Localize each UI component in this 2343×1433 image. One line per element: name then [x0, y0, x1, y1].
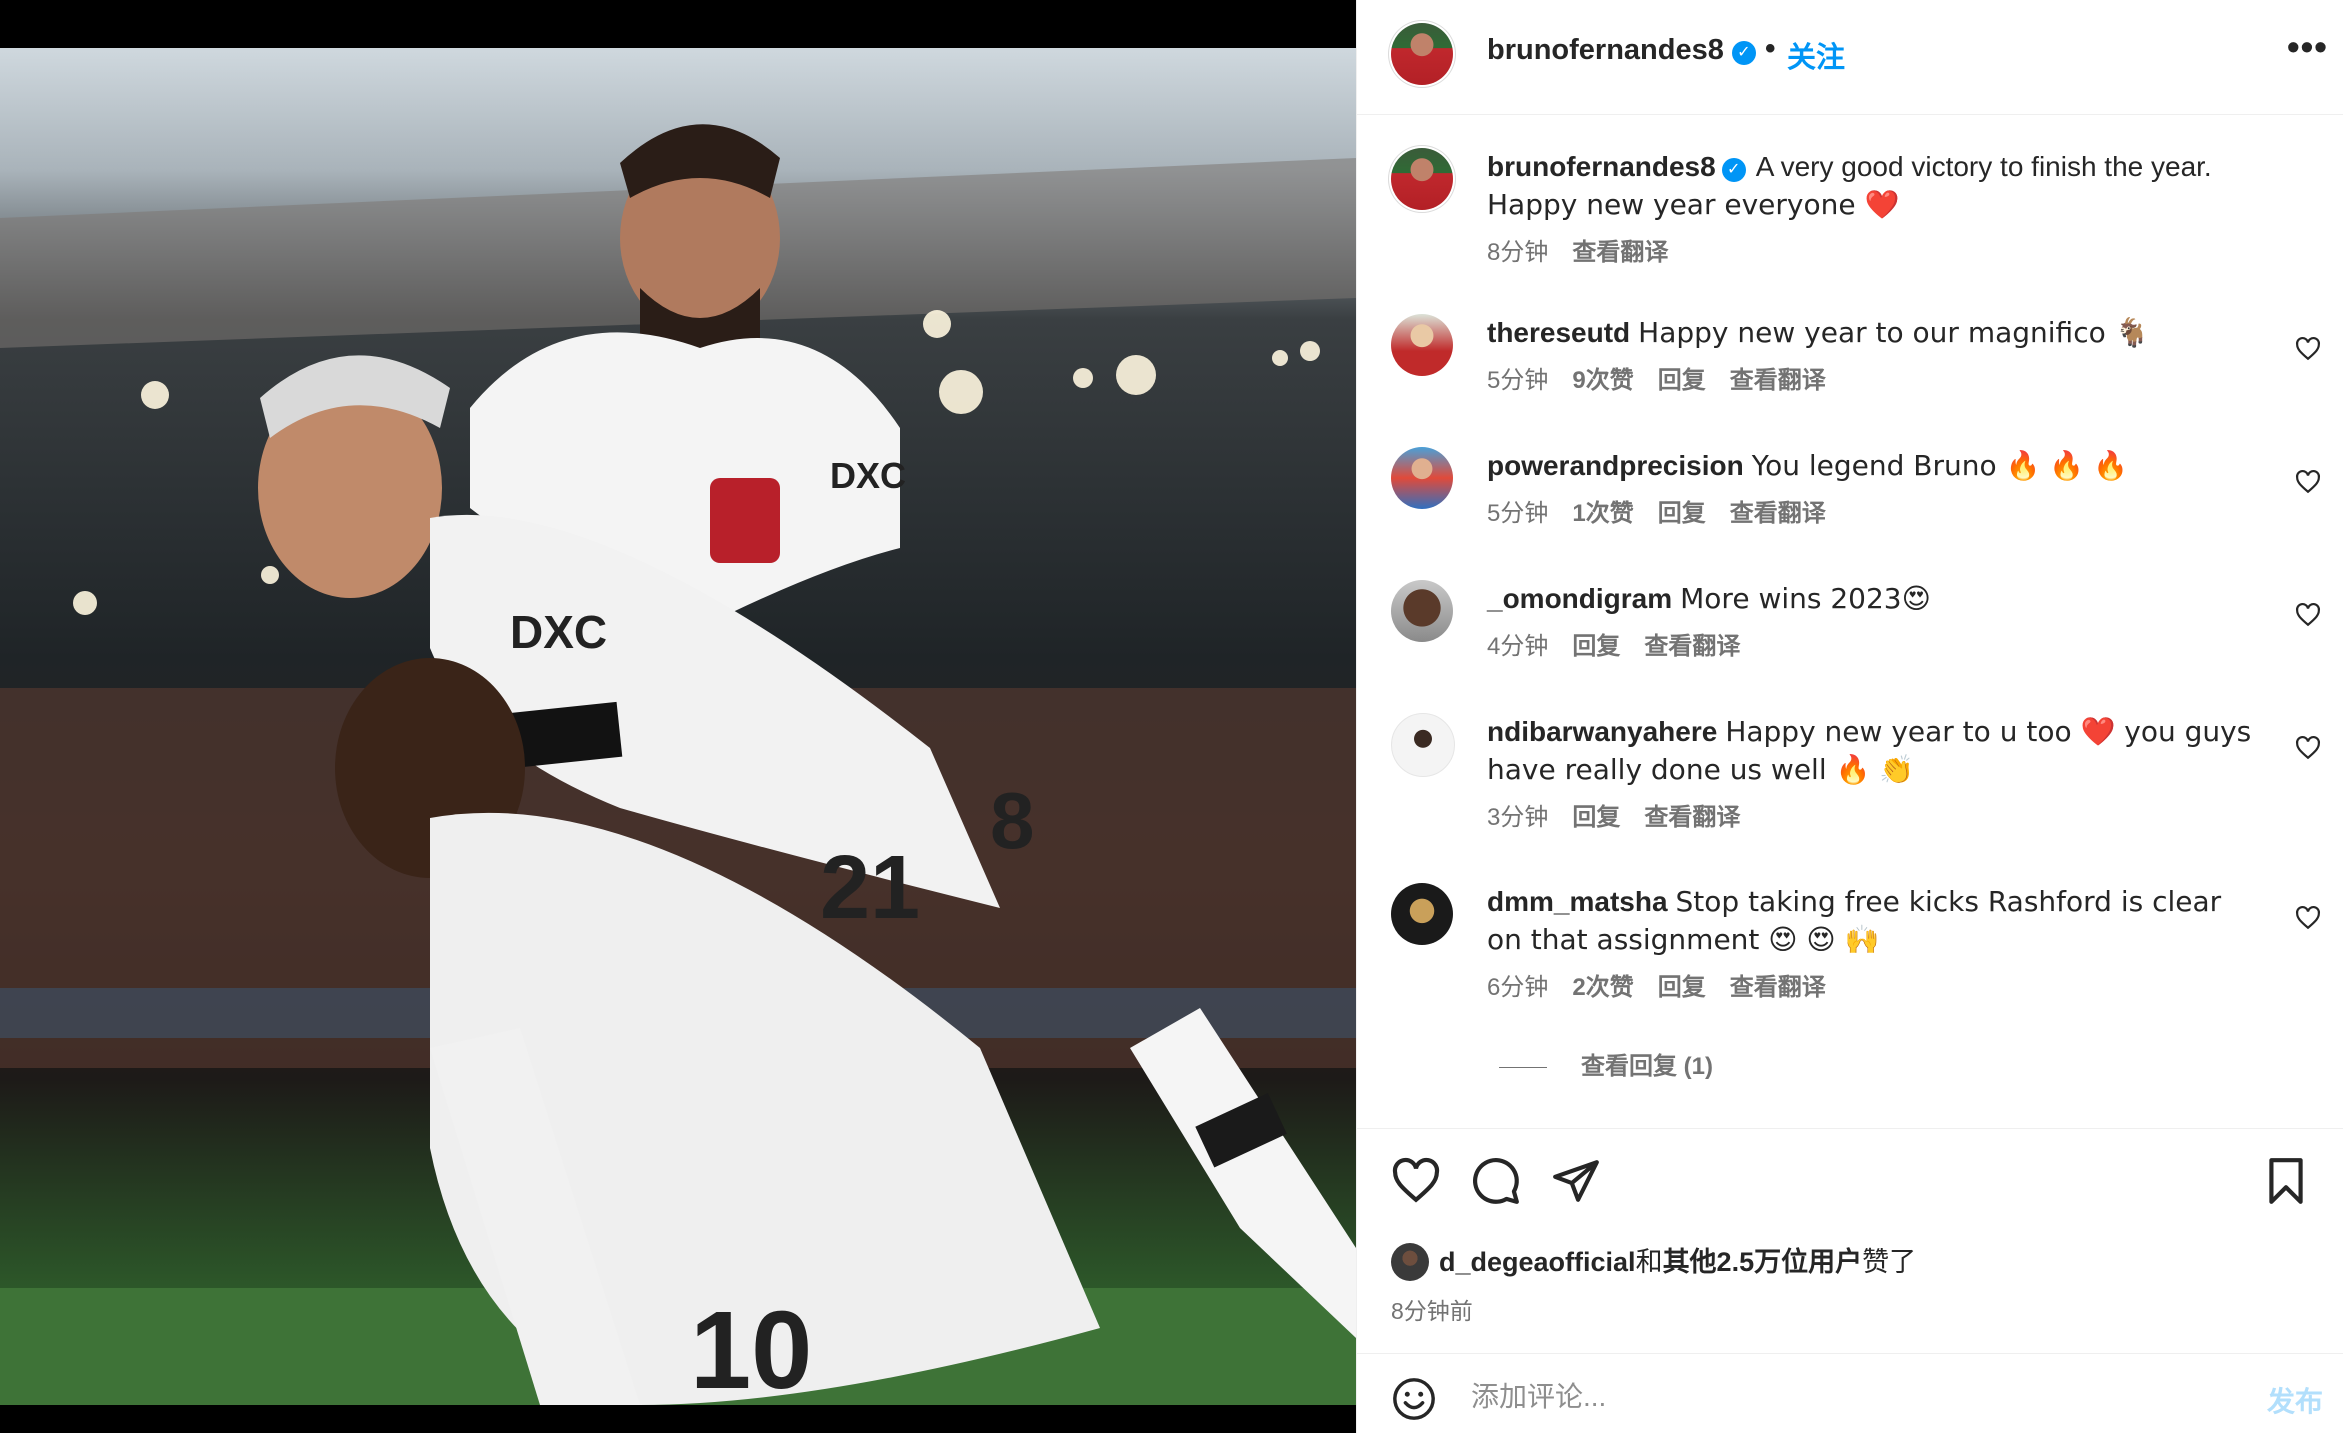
heart-icon[interactable]	[2295, 602, 2321, 628]
heart-icon[interactable]	[2295, 735, 2321, 761]
comment-icon[interactable]	[1471, 1156, 1521, 1206]
author-username-text[interactable]: brunofernandes8	[1487, 34, 1724, 66]
likes-suffix: 赞了	[1862, 1247, 1917, 1277]
likes-joiner: 和	[1635, 1247, 1663, 1277]
likes-summary[interactable]: d_degeaofficial和其他2.5万位用户赞了	[1391, 1240, 1916, 1281]
replies-divider	[1499, 1067, 1547, 1069]
svg-text:21: 21	[820, 838, 920, 938]
comment-text: More wins 2023😍	[1680, 582, 1931, 615]
translate-button[interactable]: 查看翻译	[1730, 500, 1826, 527]
caption-line1: A very good victory to finish the year.	[1755, 151, 2212, 182]
view-replies-label[interactable]: 查看回复 (1)	[1581, 1053, 1713, 1080]
liker-avatar[interactable]	[1391, 1243, 1429, 1281]
comment-time[interactable]: 4分钟	[1487, 633, 1548, 660]
add-comment-bar: 发布	[1357, 1354, 2343, 1433]
comment-username[interactable]: dmm_matsha	[1487, 886, 1668, 917]
comment-text: You legend Bruno 🔥 🔥 🔥	[1751, 449, 2128, 482]
comment-username[interactable]: ndibarwanyahere	[1487, 716, 1717, 747]
author-username[interactable]: brunofernandes8 ✓	[1487, 34, 1756, 67]
author-avatar[interactable]	[1391, 23, 1453, 85]
comment-text: Happy new year to our magnifico 🐐	[1638, 316, 2150, 349]
avatar[interactable]	[1391, 314, 1453, 376]
post-media[interactable]: 21 8 10 DXC DXC	[0, 0, 1356, 1433]
svg-text:10: 10	[690, 1289, 812, 1405]
translate-button[interactable]: 查看翻译	[1644, 804, 1740, 831]
share-icon[interactable]	[1551, 1156, 1601, 1206]
comment-time[interactable]: 3分钟	[1487, 804, 1548, 831]
translate-button[interactable]: 查看翻译	[1730, 974, 1826, 1001]
heart-icon[interactable]	[1391, 1156, 1441, 1206]
translate-button[interactable]: 查看翻译	[1572, 239, 1668, 266]
post-comment-button[interactable]: 发布	[2267, 1380, 2323, 1420]
posted-time[interactable]: 8分钟前	[1391, 1292, 1473, 1326]
post-photo[interactable]: 21 8 10 DXC DXC	[0, 48, 1356, 1405]
comment-username[interactable]: _omondigram	[1487, 583, 1672, 614]
reply-button[interactable]: 回复	[1658, 367, 1706, 394]
comment-username[interactable]: powerandprecision	[1487, 450, 1744, 481]
emoji-icon[interactable]	[1391, 1376, 1437, 1422]
post-header: brunofernandes8 ✓ • 关注 •••	[1357, 0, 2343, 115]
caption-time[interactable]: 8分钟	[1487, 239, 1548, 266]
view-replies-button[interactable]: 查看回复 (1)	[1499, 1046, 1713, 1081]
action-bar: d_degeaofficial和其他2.5万位用户赞了 8分钟前	[1357, 1128, 2343, 1354]
caption-line2: Happy new year everyone ❤️	[1487, 188, 1900, 221]
avatar[interactable]	[1391, 447, 1453, 509]
avatar[interactable]	[1391, 713, 1455, 777]
comment-username[interactable]: thereseutd	[1487, 317, 1630, 348]
comment-input[interactable]	[1469, 1372, 2173, 1422]
verified-badge-icon: ✓	[1721, 158, 1746, 182]
more-icon[interactable]: •••	[2287, 26, 2328, 68]
translate-button[interactable]: 查看翻译	[1644, 633, 1740, 660]
caption-username[interactable]: brunofernandes8	[1487, 151, 1716, 182]
heart-icon[interactable]	[2295, 336, 2321, 362]
translate-button[interactable]: 查看翻译	[1730, 367, 1826, 394]
svg-text:8: 8	[990, 776, 1035, 865]
avatar[interactable]	[1391, 148, 1453, 210]
follow-button[interactable]: 关注	[1787, 34, 1845, 76]
svg-text:DXC: DXC	[830, 455, 906, 496]
comments-list[interactable]: brunofernandes8 ✓ A very good victory to f…	[1357, 114, 2343, 1129]
comment-likes[interactable]: 9次赞	[1572, 367, 1633, 394]
heart-icon[interactable]	[2295, 469, 2321, 495]
comment-time[interactable]: 5分钟	[1487, 500, 1548, 527]
heart-icon[interactable]	[2295, 905, 2321, 931]
post-panel: brunofernandes8 ✓ • 关注 ••• brunofernandes…	[1356, 0, 2343, 1433]
comment-likes[interactable]: 2次赞	[1572, 974, 1633, 1001]
svg-text:DXC: DXC	[510, 606, 607, 658]
comment-time[interactable]: 5分钟	[1487, 367, 1548, 394]
likes-others[interactable]: 其他2.5万位用户	[1663, 1247, 1863, 1277]
separator-dot: •	[1765, 32, 1776, 65]
celebration-photo: 21 8 10 DXC DXC	[0, 124, 1356, 1405]
reply-button[interactable]: 回复	[1572, 804, 1620, 831]
verified-badge-icon: ✓	[1731, 41, 1756, 65]
comment-time[interactable]: 6分钟	[1487, 974, 1548, 1001]
bookmark-icon[interactable]	[2261, 1156, 2311, 1206]
reply-button[interactable]: 回复	[1658, 974, 1706, 1001]
comment-likes[interactable]: 1次赞	[1572, 500, 1633, 527]
liker-username[interactable]: d_degeaofficial	[1439, 1247, 1636, 1277]
reply-button[interactable]: 回复	[1658, 500, 1706, 527]
reply-button[interactable]: 回复	[1572, 633, 1620, 660]
avatar[interactable]	[1391, 580, 1453, 642]
avatar[interactable]	[1391, 883, 1453, 945]
